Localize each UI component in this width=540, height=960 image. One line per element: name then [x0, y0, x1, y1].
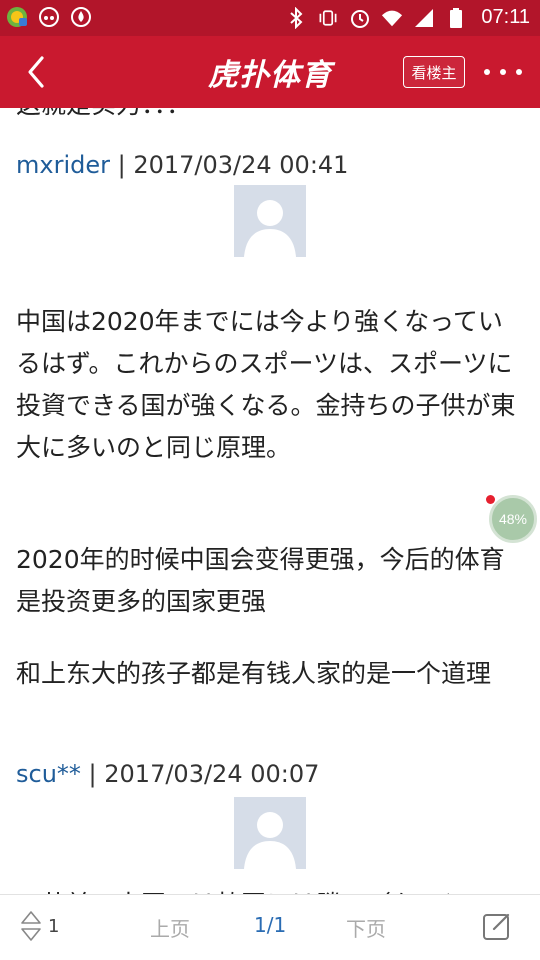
- back-button[interactable]: [20, 54, 56, 90]
- water-drop-icon: [70, 6, 92, 28]
- post-username[interactable]: scu**: [16, 760, 81, 788]
- post-separator: |: [109, 151, 134, 179]
- vote-count: 1: [48, 915, 60, 937]
- edit-icon: [483, 913, 510, 940]
- post-paragraph: …共並 中国 は韓国には勝…（をいと…: [16, 884, 516, 894]
- notification-app-icon: [6, 6, 28, 28]
- post-time: 2017/03/24 00:41: [133, 151, 349, 179]
- more-menu-button[interactable]: [484, 60, 522, 84]
- thread-content[interactable]: 这就是实力：：： mxrider | 2017/03/24 00:41 中国は2…: [0, 108, 540, 894]
- status-bar-left: [6, 6, 92, 28]
- more-dots-icon: [484, 69, 490, 75]
- post-paragraph: 中国は2020年までには今より強くなっているはず。これからのスポーツは、スポーツ…: [16, 307, 516, 462]
- wifi-icon: [381, 7, 403, 29]
- post-time: 2017/03/24 00:07: [104, 760, 320, 788]
- app-logo: 虎扑体育: [208, 58, 332, 93]
- bluetooth-icon: [285, 6, 307, 29]
- vote-button[interactable]: 1: [20, 909, 59, 943]
- post-username[interactable]: mxrider: [16, 151, 110, 179]
- game-controller-icon: [38, 6, 60, 28]
- post-separator: |: [80, 760, 105, 788]
- status-bar: 07:11: [0, 0, 540, 36]
- bottom-bar: 1 上页 1/1 下页: [0, 894, 540, 960]
- post-paragraph: 2020年的时候中国会变得更强，今后的体育是投资更多的国家更强: [16, 545, 505, 616]
- up-down-vote-icon: [21, 911, 41, 941]
- default-avatar-icon: [234, 185, 306, 257]
- alarm-icon: [349, 7, 371, 29]
- signal-icon: [413, 7, 435, 29]
- app-bar: 虎扑体育 看楼主: [0, 36, 540, 108]
- chevron-left-icon: [28, 56, 44, 88]
- page-indicator[interactable]: 1/1: [254, 913, 286, 937]
- default-avatar-icon: [234, 797, 306, 869]
- read-progress-bubble[interactable]: 48%: [489, 495, 537, 543]
- reply-edit-button[interactable]: [482, 911, 512, 941]
- next-page-button[interactable]: 下页: [346, 913, 386, 942]
- post-paragraph: 和上东大的孩子都是有钱人家的是一个道理: [16, 659, 492, 688]
- prev-page-button[interactable]: 上页: [150, 913, 190, 942]
- battery-icon: [445, 7, 467, 29]
- notification-dot: [486, 495, 495, 504]
- status-bar-right: 07:11: [285, 6, 530, 29]
- only-op-button[interactable]: 看楼主: [403, 56, 465, 88]
- post-header: scu** | 2017/03/24 00:07: [16, 759, 319, 789]
- avatar[interactable]: [234, 797, 306, 869]
- clock-time: 07:11: [481, 6, 530, 28]
- read-progress-label: 48%: [498, 511, 528, 527]
- avatar[interactable]: [234, 185, 306, 257]
- vibrate-icon: [317, 7, 339, 29]
- previous-post-tail: 这就是实力：：：: [16, 108, 191, 122]
- post-header: mxrider | 2017/03/24 00:41: [16, 150, 348, 180]
